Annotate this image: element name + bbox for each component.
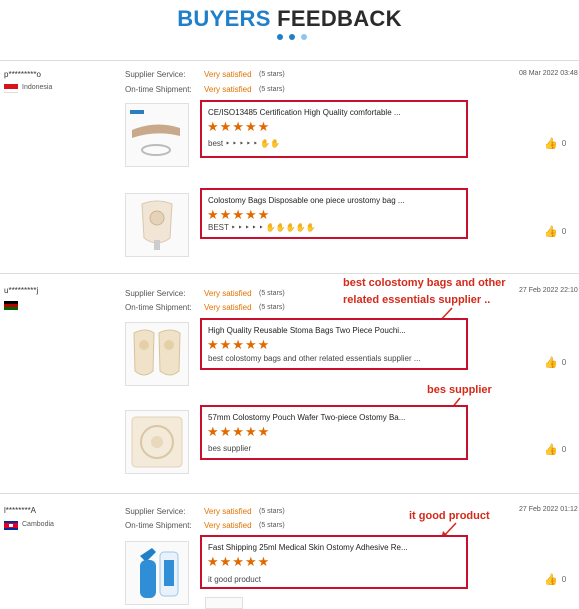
- flag-kenya-icon: [4, 301, 18, 310]
- product-thumbnail[interactable]: [125, 322, 189, 386]
- flag-indonesia-icon: [4, 84, 18, 93]
- carousel-dots: [0, 34, 579, 44]
- product-title[interactable]: CE/ISO13485 Certification High Quality c…: [208, 108, 401, 117]
- shipment-value: Very satisfied: [204, 521, 252, 530]
- product-rating-stars: ★★★★★: [207, 207, 271, 222]
- carousel-dot[interactable]: [277, 34, 283, 40]
- product-rating-stars: ★★★★★: [207, 554, 271, 569]
- like-button[interactable]: 👍 0: [544, 573, 566, 586]
- thumbs-up-icon: 👍: [544, 357, 558, 369]
- shipment-label: On-time Shipment:: [125, 521, 192, 530]
- supplier-service-value: Very satisfied: [204, 70, 252, 79]
- product-thumbnail[interactable]: [205, 597, 243, 609]
- product-title[interactable]: Colostomy Bags Disposable one piece uros…: [208, 196, 405, 205]
- product-title[interactable]: High Quality Reusable Stoma Bags Two Pie…: [208, 326, 406, 335]
- review-date: 08 Mar 2022 03:48: [519, 70, 578, 77]
- supplier-service-value: Very satisfied: [204, 289, 252, 298]
- product-thumbnail[interactable]: [125, 410, 189, 474]
- reviewer-name: u*********j: [4, 286, 39, 295]
- carousel-dot[interactable]: [289, 34, 295, 40]
- review-date: 27 Feb 2022 01:12: [519, 506, 578, 513]
- like-button[interactable]: 👍 0: [544, 443, 566, 456]
- reviewer-name: l********A: [4, 506, 37, 515]
- shipment-stars: (5 stars): [259, 86, 285, 93]
- shipment-label: On-time Shipment:: [125, 85, 192, 94]
- product-comment: BEST ‣ ‣ ‣ ‣ ‣ ✋✋✋✋✋: [208, 223, 316, 232]
- product-comment: it good product: [208, 575, 261, 584]
- reviewer-country: Cambodia: [22, 521, 54, 528]
- product-feedback-card[interactable]: High Quality Reusable Stoma Bags Two Pie…: [200, 318, 468, 370]
- product-comment: bes supplier: [208, 444, 252, 453]
- title-buyers: BUYERS: [177, 6, 271, 31]
- product-feedback-card[interactable]: Fast Shipping 25ml Medical Skin Ostomy A…: [200, 535, 468, 589]
- shipment-value: Very satisfied: [204, 85, 252, 94]
- title-feedback: FEEDBACK: [277, 6, 402, 31]
- supplier-service-stars: (5 stars): [259, 71, 285, 78]
- product-rating-stars: ★★★★★: [207, 337, 271, 352]
- annotation-text: bes supplier: [427, 384, 492, 396]
- product-title[interactable]: Fast Shipping 25ml Medical Skin Ostomy A…: [208, 543, 408, 552]
- product-comment: best colostomy bags and other related es…: [208, 354, 421, 363]
- thumbs-up-icon: 👍: [544, 574, 558, 586]
- shipment-stars: (5 stars): [259, 522, 285, 529]
- like-button[interactable]: 👍 0: [544, 137, 566, 150]
- carousel-dot[interactable]: [301, 34, 307, 40]
- product-thumbnail[interactable]: [125, 103, 189, 167]
- like-button[interactable]: 👍 0: [544, 225, 566, 238]
- product-thumbnail[interactable]: [125, 541, 189, 605]
- reviewer-name: p*********o: [4, 70, 41, 79]
- product-title[interactable]: 57mm Colostomy Pouch Wafer Two-piece Ost…: [208, 413, 405, 422]
- like-count: 0: [561, 445, 567, 454]
- annotation-text: best colostomy bags and other: [343, 277, 506, 289]
- product-thumbnail[interactable]: [125, 193, 189, 257]
- supplier-service-label: Supplier Service:: [125, 70, 186, 79]
- product-rating-stars: ★★★★★: [207, 424, 271, 439]
- divider: [0, 493, 579, 494]
- supplier-service-value: Very satisfied: [204, 507, 252, 516]
- review-date: 27 Feb 2022 22:10: [519, 287, 578, 294]
- divider: [0, 273, 579, 274]
- flag-cambodia-icon: [4, 521, 18, 530]
- like-count: 0: [561, 139, 567, 148]
- product-feedback-card[interactable]: 57mm Colostomy Pouch Wafer Two-piece Ost…: [200, 405, 468, 460]
- supplier-service-label: Supplier Service:: [125, 507, 186, 516]
- thumbs-up-icon: 👍: [544, 444, 558, 456]
- supplier-service-stars: (5 stars): [259, 290, 285, 297]
- page-title: BUYERS FEEDBACK: [0, 6, 579, 32]
- thumbs-up-icon: 👍: [544, 138, 558, 150]
- like-count: 0: [561, 227, 567, 236]
- supplier-service-stars: (5 stars): [259, 508, 285, 515]
- product-comment: best ‣ ‣ ‣ ‣ ‣ ✋✋: [208, 139, 280, 148]
- supplier-service-label: Supplier Service:: [125, 289, 186, 298]
- annotation-text: related essentials supplier ..: [343, 294, 491, 306]
- shipment-label: On-time Shipment:: [125, 303, 192, 312]
- product-feedback-card[interactable]: CE/ISO13485 Certification High Quality c…: [200, 100, 468, 158]
- product-rating-stars: ★★★★★: [207, 119, 271, 134]
- shipment-stars: (5 stars): [259, 304, 285, 311]
- divider: [0, 60, 579, 61]
- like-count: 0: [561, 358, 567, 367]
- thumbs-up-icon: 👍: [544, 226, 558, 238]
- shipment-value: Very satisfied: [204, 303, 252, 312]
- reviewer-country: Indonesia: [22, 84, 53, 91]
- like-count: 0: [561, 575, 567, 584]
- like-button[interactable]: 👍 0: [544, 356, 566, 369]
- product-feedback-card[interactable]: Colostomy Bags Disposable one piece uros…: [200, 188, 468, 239]
